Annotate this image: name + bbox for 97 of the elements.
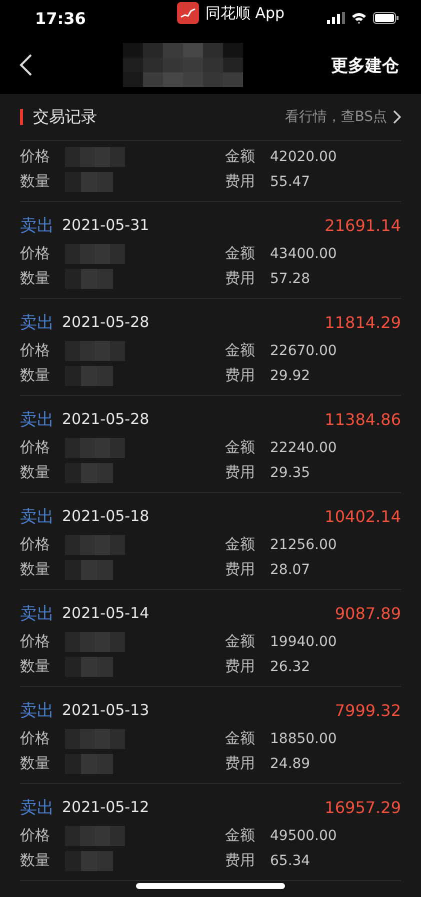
trade-total: 7999.32 [334, 700, 401, 720]
fee-value: 29.35 [270, 464, 310, 480]
pixelated-block [65, 340, 125, 360]
trade-total: 11384.86 [324, 410, 401, 428]
amount-value: 49500.00 [270, 828, 337, 844]
field-label: 费用 [225, 851, 256, 870]
field-label: 金额 [225, 438, 256, 457]
pixelated-block [65, 462, 113, 482]
pixelated-block [65, 534, 125, 554]
trade-date: 2021-05-14 [62, 604, 150, 622]
pixelated-block [65, 366, 113, 386]
pixelated-block [65, 826, 125, 846]
pixelated-block [65, 244, 125, 264]
field-label: 金额 [225, 826, 256, 845]
trade-date: 2021-05-18 [62, 507, 150, 525]
fee-value: 28.07 [270, 562, 310, 578]
field-label: 数量 [20, 851, 51, 870]
app-name: 同花顺 App [205, 3, 285, 24]
fee-value: 26.32 [270, 658, 310, 674]
amount-value: 42020.00 [270, 148, 337, 164]
field-label: 费用 [225, 366, 256, 385]
field-label: 金额 [225, 341, 256, 360]
field-label: 费用 [225, 463, 256, 482]
field-label: 数量 [20, 754, 51, 773]
amount-value: 19940.00 [270, 634, 337, 650]
field-label: 费用 [225, 269, 256, 288]
trade-side: 卖出 [20, 408, 54, 430]
field-label: 金额 [225, 535, 256, 554]
trade-side: 卖出 [20, 796, 54, 818]
amount-value: 22670.00 [270, 342, 337, 358]
fee-value: 24.89 [270, 756, 310, 772]
fee-value: 65.34 [270, 852, 310, 868]
chart-app-icon [177, 2, 200, 24]
amount-value: 21256.00 [270, 536, 337, 552]
amount-value: 43400.00 [270, 246, 337, 262]
trade-side: 卖出 [20, 602, 54, 624]
chevron-icon [393, 110, 401, 124]
trade-side: 卖出 [20, 214, 54, 236]
trade-date: 2021-05-12 [62, 798, 150, 816]
field-label: 价格 [20, 244, 51, 263]
trade-date: 2021-05-13 [62, 701, 150, 719]
trade-side: 卖出 [20, 506, 54, 528]
pixelated-block [65, 438, 125, 458]
section-marker [20, 109, 23, 125]
field-label: 金额 [225, 244, 256, 263]
field-label: 数量 [20, 172, 51, 191]
trade-total: 21691.14 [324, 216, 401, 234]
trade-total: 10402.14 [324, 506, 401, 526]
pixelated-block [65, 656, 113, 676]
trade-total: 11814.29 [324, 312, 401, 332]
trade-date: 2021-05-31 [62, 216, 150, 234]
signal-icon [327, 12, 345, 24]
pixelated-block [65, 754, 113, 774]
trade-side: 卖出 [20, 312, 54, 334]
pixelated-block [65, 172, 113, 192]
amount-value: 22240.00 [270, 440, 337, 456]
field-label: 数量 [20, 657, 51, 676]
pixelated-block [65, 632, 125, 652]
trade-date: 2021-05-28 [62, 313, 150, 331]
section-title: 交易记录 [33, 106, 98, 128]
battery-icon [373, 12, 399, 24]
field-label: 价格 [20, 535, 51, 554]
pixelated-block [65, 728, 125, 748]
field-label: 费用 [225, 657, 256, 676]
amount-value: 18850.00 [270, 730, 337, 746]
field-label: 费用 [225, 754, 256, 773]
field-label: 价格 [20, 438, 51, 457]
trade-side: 卖出 [20, 700, 54, 722]
trade-date: 2021-05-28 [62, 410, 150, 428]
fee-value: 57.28 [270, 270, 310, 286]
field-label: 费用 [225, 560, 256, 579]
pixelated-block [65, 146, 125, 166]
status-time: 17:36 [35, 8, 87, 28]
field-label: 金额 [225, 729, 256, 748]
field-label: 金额 [225, 147, 256, 166]
field-label: 价格 [20, 729, 51, 748]
pixelated-block [65, 268, 113, 288]
trade-total: 9087.89 [334, 604, 401, 622]
field-label: 价格 [20, 147, 51, 166]
pixelated-block [65, 560, 113, 580]
field-label: 金额 [225, 632, 256, 651]
field-label: 数量 [20, 366, 51, 385]
field-label: 费用 [225, 172, 256, 191]
fee-value: 55.47 [270, 174, 310, 190]
more-positions-button[interactable]: 更多建仓 [331, 54, 399, 76]
field-label: 价格 [20, 632, 51, 651]
pixelated-block [65, 850, 113, 870]
field-label: 数量 [20, 463, 51, 482]
field-label: 价格 [20, 341, 51, 360]
field-label: 价格 [20, 826, 51, 845]
trade-total: 16957.29 [324, 798, 401, 816]
market-link[interactable]: 看行情，查BS点 [284, 108, 401, 126]
wifi-icon [351, 12, 367, 24]
field-label: 数量 [20, 269, 51, 288]
back-icon[interactable] [18, 53, 34, 77]
fee-value: 29.92 [270, 368, 310, 384]
field-label: 数量 [20, 560, 51, 579]
